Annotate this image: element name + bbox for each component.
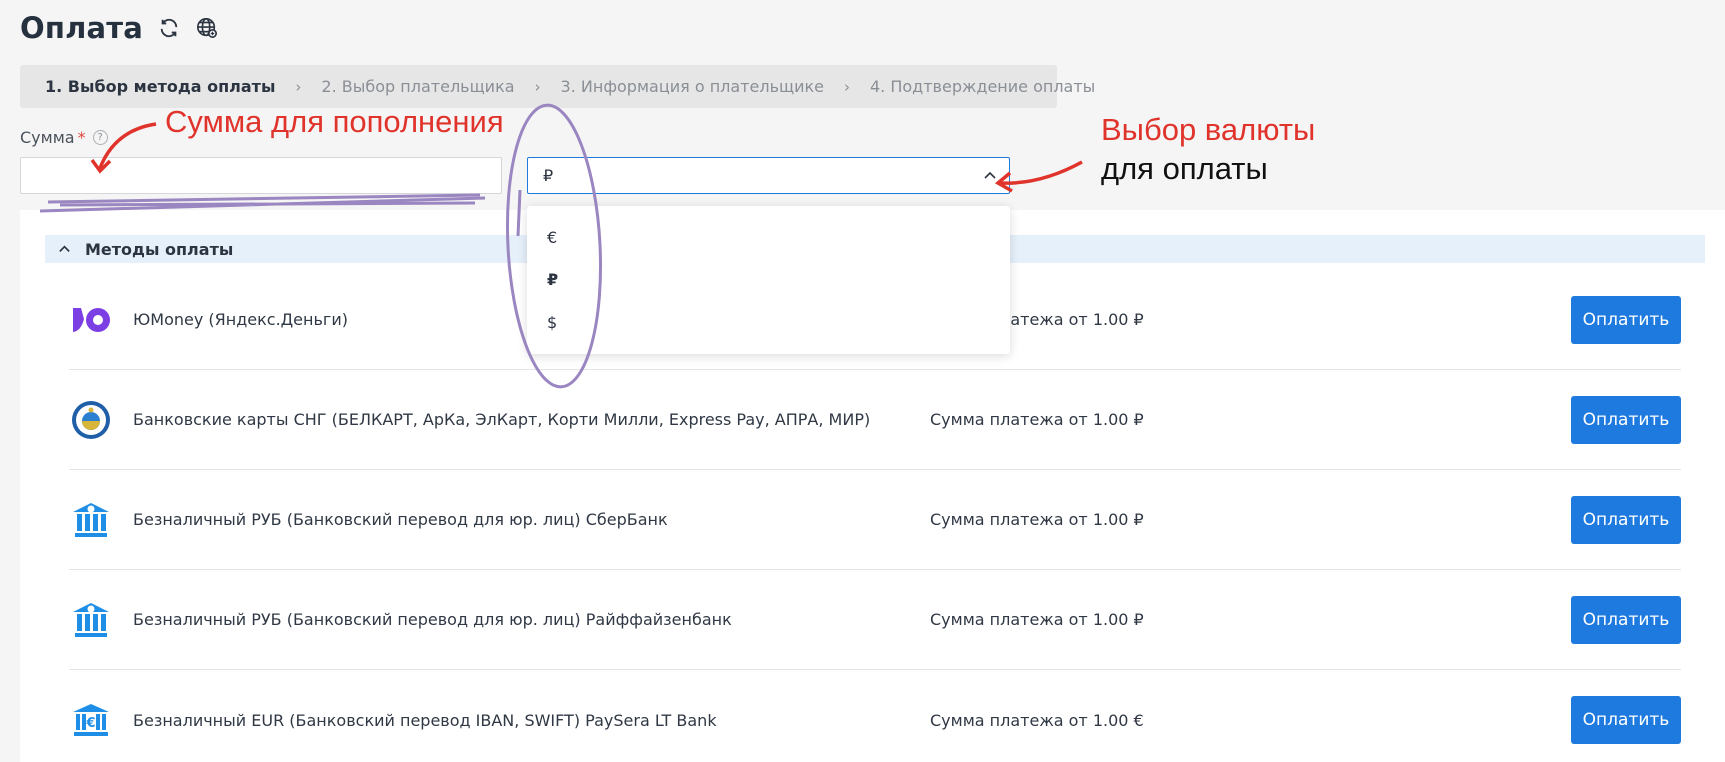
chevron-right-icon: › <box>843 77 850 96</box>
currency-selected-value: ₽ <box>543 166 554 185</box>
pay-button[interactable]: Оплатить <box>1571 696 1681 744</box>
globe-icon[interactable] <box>195 16 219 40</box>
purple-scribble-annotation <box>39 193 486 213</box>
step-3[interactable]: 3. Информация о плательщике <box>561 77 824 96</box>
title-row: Оплата <box>20 8 219 48</box>
payment-method-row: Безналичный РУБ (Банковский перевод для … <box>69 570 1681 670</box>
help-icon[interactable]: ? <box>92 130 108 145</box>
currency-select[interactable]: ₽ <box>527 157 1010 194</box>
pay-button[interactable]: Оплатить <box>1571 295 1681 344</box>
payment-method-row: Банковские карты СНГ (БЕЛКАРТ, АрКа, ЭлК… <box>69 370 1681 470</box>
amount-input[interactable] <box>20 157 502 194</box>
step-2[interactable]: 2. Выбор плательщика <box>321 77 514 96</box>
stepper: 1. Выбор метода оплаты › 2. Выбор плател… <box>20 65 1095 108</box>
annotation-currency-note-line2: для оплаты <box>1101 151 1268 186</box>
amount-label: Сумма * ? <box>20 128 108 147</box>
payment-page: Оплата 1. Выбор метода оплаты › 2. Выбор… <box>0 0 1725 762</box>
required-mark: * <box>77 128 86 147</box>
red-arrow-currency <box>999 160 1083 185</box>
annotation-currency-note-line1: Выбор валюты <box>1101 112 1316 147</box>
chevron-right-icon: › <box>534 77 541 96</box>
currency-dropdown: € ₽ $ <box>527 206 1010 354</box>
chevron-up-icon <box>59 245 70 252</box>
chevron-right-icon: › <box>295 77 302 96</box>
method-min-sum: Сумма платежа от 1.00 ₽ <box>930 510 1144 529</box>
method-name: Безналичный EUR (Банковский перевод IBAN… <box>133 710 717 730</box>
step-4[interactable]: 4. Подтверждение оплаты <box>870 77 1095 96</box>
yoomoney-icon <box>69 298 113 342</box>
method-min-sum: Сумма платежа от 1.00 ₽ <box>930 610 1144 629</box>
currency-option-usd[interactable]: $ <box>547 313 557 332</box>
bank-ruble-icon <box>69 598 113 642</box>
annotation-amount-note: Сумма для пополнения <box>165 104 504 139</box>
amount-label-text: Сумма <box>20 128 75 147</box>
payment-method-row: Безналичный РУБ (Банковский перевод для … <box>69 470 1681 570</box>
page-title: Оплата <box>20 11 144 45</box>
method-name: Безналичный РУБ (Банковский перевод для … <box>133 510 668 529</box>
bank-ruble-icon <box>69 498 113 542</box>
methods-header-label: Методы оплаты <box>85 239 234 259</box>
method-min-sum: Сумма платежа от 1.00 € <box>930 710 1144 730</box>
pay-button[interactable]: Оплатить <box>1571 495 1681 544</box>
refresh-icon[interactable] <box>157 16 181 40</box>
chevron-up-icon[interactable] <box>983 168 997 187</box>
method-name: Банковские карты СНГ (БЕЛКАРТ, АрКа, ЭлК… <box>133 410 871 429</box>
bank-euro-icon: € <box>69 698 113 742</box>
svg-text:€: € <box>85 716 95 731</box>
method-min-sum: Сумма платежа от 1.00 ₽ <box>930 410 1144 429</box>
pay-button[interactable]: Оплатить <box>1571 395 1681 444</box>
step-1[interactable]: 1. Выбор метода оплаты <box>45 77 275 96</box>
method-name: ЮMoney (Яндекс.Деньги) <box>133 310 348 329</box>
pay-button[interactable]: Оплатить <box>1571 595 1681 644</box>
method-name: Безналичный РУБ (Банковский перевод для … <box>133 610 732 629</box>
payment-method-row: € Безналичный EUR (Банковский перевод IB… <box>69 670 1681 762</box>
currency-option-rub[interactable]: ₽ <box>547 270 558 289</box>
currency-option-eur[interactable]: € <box>547 228 557 247</box>
cis-emblem-icon <box>69 398 113 442</box>
